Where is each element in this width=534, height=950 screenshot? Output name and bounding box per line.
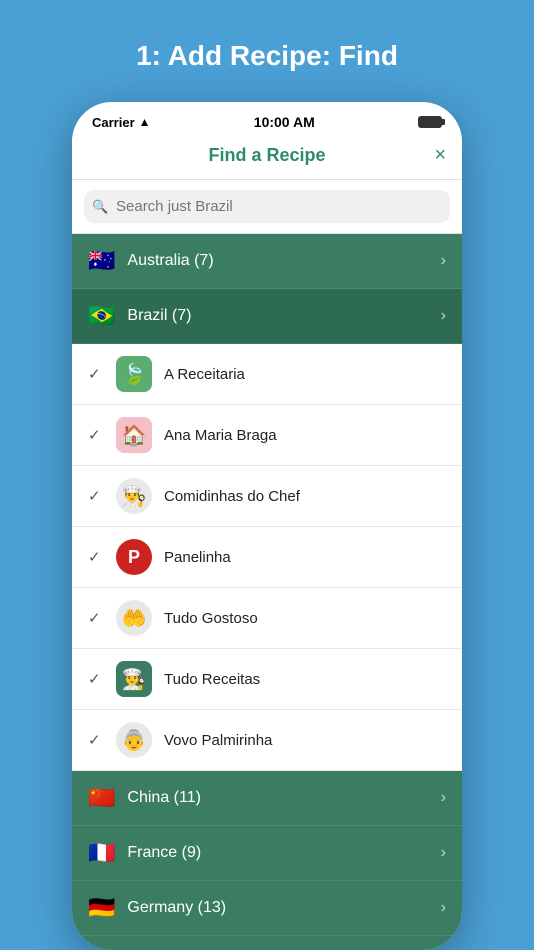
check-anamaria: ✓	[88, 426, 108, 444]
country-row-greece[interactable]: 🇬🇷 Greece (11) ›	[72, 936, 462, 950]
battery-area	[418, 116, 442, 128]
icon-vovo: 👵	[116, 722, 152, 758]
icon-tudoreceitas: 👨‍🍳	[116, 661, 152, 697]
check-vovo: ✓	[88, 731, 108, 749]
icon-tudogostoso: 🤲	[116, 600, 152, 636]
recipe-name-tudoreceitas: Tudo Receitas	[164, 671, 446, 688]
recipe-row-tudogostoso[interactable]: ✓ 🤲 Tudo Gostoso	[72, 588, 462, 649]
nav-title: Find a Recipe	[116, 145, 418, 166]
page-title: 1: Add Recipe: Find	[136, 40, 398, 72]
icon-comidinhas: 👨‍🍳	[116, 478, 152, 514]
chevron-germany: ›	[441, 899, 446, 917]
country-label-france: France (9)	[127, 844, 440, 862]
country-row-germany[interactable]: 🇩🇪 Germany (13) ›	[72, 881, 462, 936]
recipe-name-vovo: Vovo Palmirinha	[164, 732, 446, 749]
country-label-australia: Australia (7)	[127, 252, 440, 270]
flag-brazil: 🇧🇷	[88, 303, 115, 329]
country-row-australia[interactable]: 🇦🇺 Australia (7) ›	[72, 234, 462, 289]
recipe-name-tudogostoso: Tudo Gostoso	[164, 610, 446, 627]
phone-frame: Carrier ▲ 10:00 AM Find a Recipe × 🇦🇺 Au…	[72, 102, 462, 950]
check-panelinha: ✓	[88, 548, 108, 566]
country-label-china: China (11)	[127, 789, 440, 807]
recipe-row-anamaria[interactable]: ✓ 🏠 Ana Maria Braga	[72, 405, 462, 466]
flag-germany: 🇩🇪	[88, 895, 115, 921]
country-label-brazil: Brazil (7)	[127, 307, 440, 325]
nav-header: Find a Recipe ×	[72, 136, 462, 180]
check-receitaria: ✓	[88, 365, 108, 383]
country-label-germany: Germany (13)	[127, 899, 440, 917]
recipe-row-vovo[interactable]: ✓ 👵 Vovo Palmirinha	[72, 710, 462, 771]
list-container[interactable]: 🇦🇺 Australia (7) › 🇧🇷 Brazil (7) › ✓ 🍃 A…	[72, 234, 462, 950]
recipe-row-receitaria[interactable]: ✓ 🍃 A Receitaria	[72, 344, 462, 405]
search-container	[72, 180, 462, 234]
carrier-area: Carrier ▲	[92, 115, 151, 130]
flag-china: 🇨🇳	[88, 785, 115, 811]
wifi-icon: ▲	[139, 115, 151, 129]
icon-anamaria: 🏠	[116, 417, 152, 453]
recipe-row-comidinhas[interactable]: ✓ 👨‍🍳 Comidinhas do Chef	[72, 466, 462, 527]
check-tudoreceitas: ✓	[88, 670, 108, 688]
chevron-china: ›	[441, 789, 446, 807]
close-button[interactable]: ×	[418, 144, 446, 167]
status-time: 10:00 AM	[254, 114, 315, 130]
check-tudogostoso: ✓	[88, 609, 108, 627]
country-row-brazil[interactable]: 🇧🇷 Brazil (7) ›	[72, 289, 462, 344]
recipe-name-comidinhas: Comidinhas do Chef	[164, 488, 446, 505]
recipe-row-panelinha[interactable]: ✓ P Panelinha	[72, 527, 462, 588]
battery-icon	[418, 116, 442, 128]
search-wrapper	[84, 190, 450, 223]
icon-panelinha: P	[116, 539, 152, 575]
search-input[interactable]	[84, 190, 450, 223]
flag-france: 🇫🇷	[88, 840, 115, 866]
recipe-row-tudoreceitas[interactable]: ✓ 👨‍🍳 Tudo Receitas	[72, 649, 462, 710]
recipe-name-receitaria: A Receitaria	[164, 366, 446, 383]
recipe-name-anamaria: Ana Maria Braga	[164, 427, 446, 444]
country-row-china[interactable]: 🇨🇳 China (11) ›	[72, 771, 462, 826]
recipe-name-panelinha: Panelinha	[164, 549, 446, 566]
chevron-brazil: ›	[441, 307, 446, 325]
chevron-france: ›	[441, 844, 446, 862]
carrier-label: Carrier	[92, 115, 135, 130]
chevron-australia: ›	[441, 252, 446, 270]
status-bar: Carrier ▲ 10:00 AM	[72, 102, 462, 136]
icon-receitaria: 🍃	[116, 356, 152, 392]
flag-australia: 🇦🇺	[88, 248, 115, 274]
check-comidinhas: ✓	[88, 487, 108, 505]
country-row-france[interactable]: 🇫🇷 France (9) ›	[72, 826, 462, 881]
